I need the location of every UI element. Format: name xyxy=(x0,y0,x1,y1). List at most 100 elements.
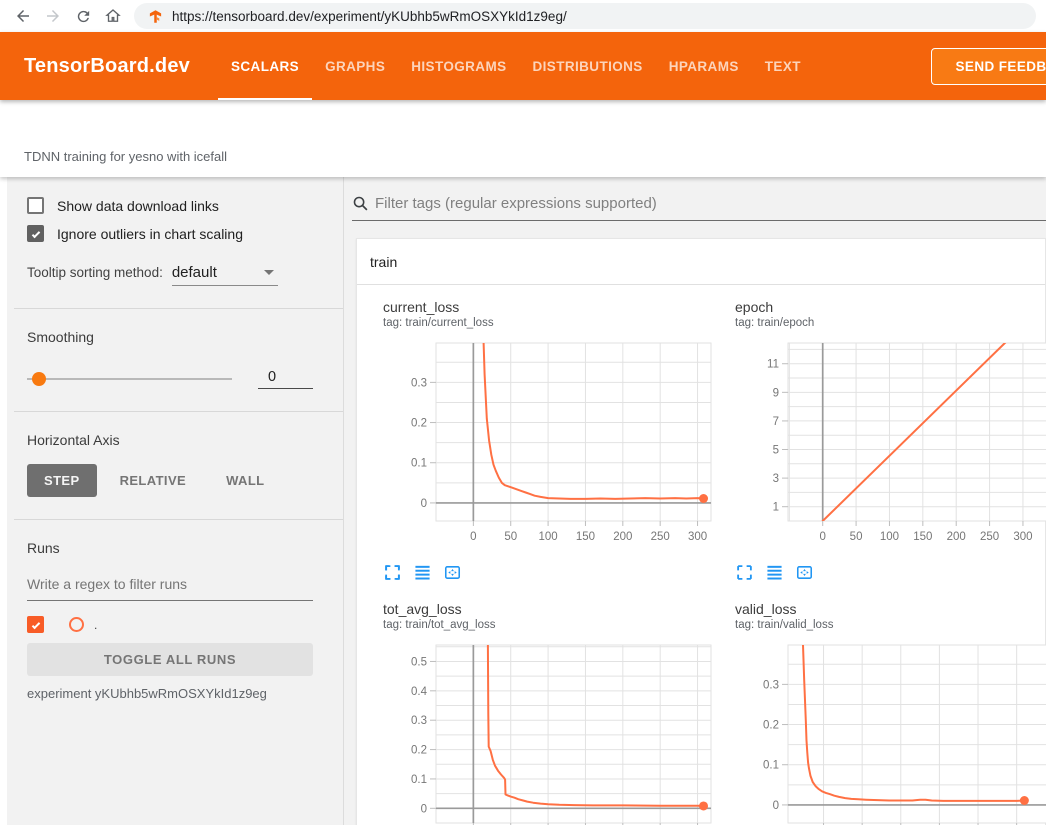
log-scale-lines-icon[interactable] xyxy=(414,564,431,581)
smoothing-slider[interactable] xyxy=(27,378,232,380)
smoothing-slider-thumb[interactable] xyxy=(32,372,46,386)
smoothing-value-input[interactable]: 0 xyxy=(258,369,313,389)
axis-relative-button[interactable]: RELATIVE xyxy=(103,464,204,497)
tooltip-sorting-select[interactable]: default xyxy=(172,264,278,286)
run-row: . xyxy=(27,616,313,633)
charts-grid: current_loss tag: train/current_loss 050… xyxy=(357,285,1045,825)
chart-plot[interactable]: 05010015020025030000.10.20.3 xyxy=(370,340,722,559)
experiment-title: TDNN training for yesno with icefall xyxy=(24,149,227,164)
checkbox-checked-icon[interactable] xyxy=(27,225,44,242)
axis-step-button[interactable]: STEP xyxy=(27,464,97,497)
svg-text:0.1: 0.1 xyxy=(411,458,427,470)
chart-tag: tag: train/valid_loss xyxy=(722,618,1046,632)
filter-tags-row xyxy=(352,189,1046,221)
chart-title: current_loss xyxy=(370,299,722,316)
forward-arrow-icon[interactable] xyxy=(38,3,68,29)
reload-icon[interactable] xyxy=(68,3,98,29)
fit-domain-to-data-icon[interactable] xyxy=(444,564,461,581)
ignore-outliers-checkbox-row[interactable]: Ignore outliers in chart scaling xyxy=(27,225,313,242)
run-checkbox-icon[interactable] xyxy=(27,616,44,633)
chart-title: valid_loss xyxy=(722,601,1046,618)
svg-text:50: 50 xyxy=(504,531,517,543)
tab-scalars[interactable]: SCALARS xyxy=(218,32,312,100)
runs-filter-input[interactable] xyxy=(27,572,313,601)
tab-hparams[interactable]: HPARAMS xyxy=(656,32,752,100)
filter-tags-input[interactable] xyxy=(375,195,1046,212)
tensorboard-favicon-icon xyxy=(148,9,163,24)
chart-tot-avg-loss: tot_avg_loss tag: train/tot_avg_loss 050… xyxy=(370,601,722,825)
svg-text:9: 9 xyxy=(773,387,779,399)
app-bar: TensorBoard.dev SCALARS GRAPHS HISTOGRAM… xyxy=(0,32,1046,100)
svg-text:0.1: 0.1 xyxy=(411,774,427,786)
chart-plot[interactable]: 0501001502002503001357911 xyxy=(722,340,1046,559)
svg-text:0.4: 0.4 xyxy=(411,686,428,698)
experiment-header: TDNN training for yesno with icefall xyxy=(0,100,1046,177)
show-download-links-label: Show data download links xyxy=(57,198,219,214)
show-download-links-checkbox-row[interactable]: Show data download links xyxy=(27,197,313,214)
svg-text:7: 7 xyxy=(773,416,779,428)
expand-fullscreen-icon[interactable] xyxy=(384,564,401,581)
chart-actions xyxy=(370,561,722,583)
svg-text:0.3: 0.3 xyxy=(411,715,427,727)
train-section-label: train xyxy=(370,254,397,270)
chart-actions xyxy=(722,561,1046,583)
svg-text:0.3: 0.3 xyxy=(763,679,779,691)
log-scale-lines-icon[interactable] xyxy=(766,564,783,581)
svg-text:0: 0 xyxy=(421,803,427,815)
nav-tabs: SCALARS GRAPHS HISTOGRAMS DISTRIBUTIONS … xyxy=(218,32,814,100)
train-section-card: train current_loss tag: train/current_lo… xyxy=(356,238,1046,825)
svg-text:200: 200 xyxy=(613,531,632,543)
chart-valid-loss: valid_loss tag: train/valid_loss 5010015… xyxy=(722,601,1046,825)
tooltip-sorting-value: default xyxy=(172,264,217,281)
tab-text[interactable]: TEXT xyxy=(752,32,814,100)
chart-current-loss: current_loss tag: train/current_loss 0 50… xyxy=(370,299,722,583)
browser-chrome: https://tensorboard.dev/experiment/yKUbh… xyxy=(0,0,1046,32)
chart-epoch: epoch tag: train/epoch 05010015020025030… xyxy=(722,299,1046,583)
chart-plot[interactable]: 05010015020025030000.10.20.30.40.5 xyxy=(370,642,722,825)
fit-domain-to-data-icon[interactable] xyxy=(796,564,813,581)
chart-tag: tag: train/tot_avg_loss xyxy=(370,618,722,632)
sidebar-divider xyxy=(14,308,343,309)
chart-plot[interactable]: 5010015020025030000.10.20.3 xyxy=(722,642,1046,825)
back-arrow-icon[interactable] xyxy=(8,3,38,29)
svg-text:0.2: 0.2 xyxy=(763,720,779,732)
svg-text:150: 150 xyxy=(576,531,595,543)
svg-text:250: 250 xyxy=(651,531,670,543)
tensorboard-page: https://tensorboard.dev/experiment/yKUbh… xyxy=(0,0,1046,825)
checkbox-unchecked-icon[interactable] xyxy=(27,197,44,214)
tab-distributions[interactable]: DISTRIBUTIONS xyxy=(520,32,656,100)
chart-tag: tag: train/current_loss xyxy=(370,316,722,330)
send-feedback-button[interactable]: SEND FEEDBACK xyxy=(931,48,1046,85)
tooltip-sorting-label: Tooltip sorting method: xyxy=(27,265,163,280)
svg-text:0: 0 xyxy=(421,498,427,510)
svg-text:250: 250 xyxy=(980,531,999,543)
svg-text:0.2: 0.2 xyxy=(411,745,427,757)
svg-text:300: 300 xyxy=(1013,531,1032,543)
run-name: . xyxy=(94,618,97,632)
runs-label: Runs xyxy=(27,540,313,556)
chart-title: tot_avg_loss xyxy=(370,601,722,618)
url-text: https://tensorboard.dev/experiment/yKUbh… xyxy=(172,9,567,24)
home-icon[interactable] xyxy=(98,3,128,29)
chart-tag: tag: train/epoch xyxy=(722,316,1046,330)
svg-text:3: 3 xyxy=(773,473,779,485)
toggle-all-runs-button[interactable]: TOGGLE ALL RUNS xyxy=(27,643,313,676)
svg-text:5: 5 xyxy=(773,445,779,457)
tab-histograms[interactable]: HISTOGRAMS xyxy=(398,32,519,100)
tooltip-sorting-row: Tooltip sorting method: default xyxy=(27,264,313,286)
ignore-outliers-label: Ignore outliers in chart scaling xyxy=(57,226,243,242)
url-bar[interactable]: https://tensorboard.dev/experiment/yKUbh… xyxy=(134,3,1036,29)
chevron-down-icon xyxy=(264,270,274,275)
train-section-header[interactable]: train xyxy=(357,239,1045,285)
svg-text:300: 300 xyxy=(688,531,707,543)
horizontal-axis-buttons: STEP RELATIVE WALL xyxy=(27,464,313,497)
search-icon xyxy=(352,195,369,212)
brand-title: TensorBoard.dev xyxy=(24,55,190,78)
expand-fullscreen-icon[interactable] xyxy=(736,564,753,581)
svg-text:1: 1 xyxy=(773,502,779,514)
axis-wall-button[interactable]: WALL xyxy=(209,464,281,497)
tab-graphs[interactable]: GRAPHS xyxy=(312,32,398,100)
chart-title: epoch xyxy=(722,299,1046,316)
svg-text:50: 50 xyxy=(850,531,863,543)
svg-text:0.3: 0.3 xyxy=(411,377,427,389)
